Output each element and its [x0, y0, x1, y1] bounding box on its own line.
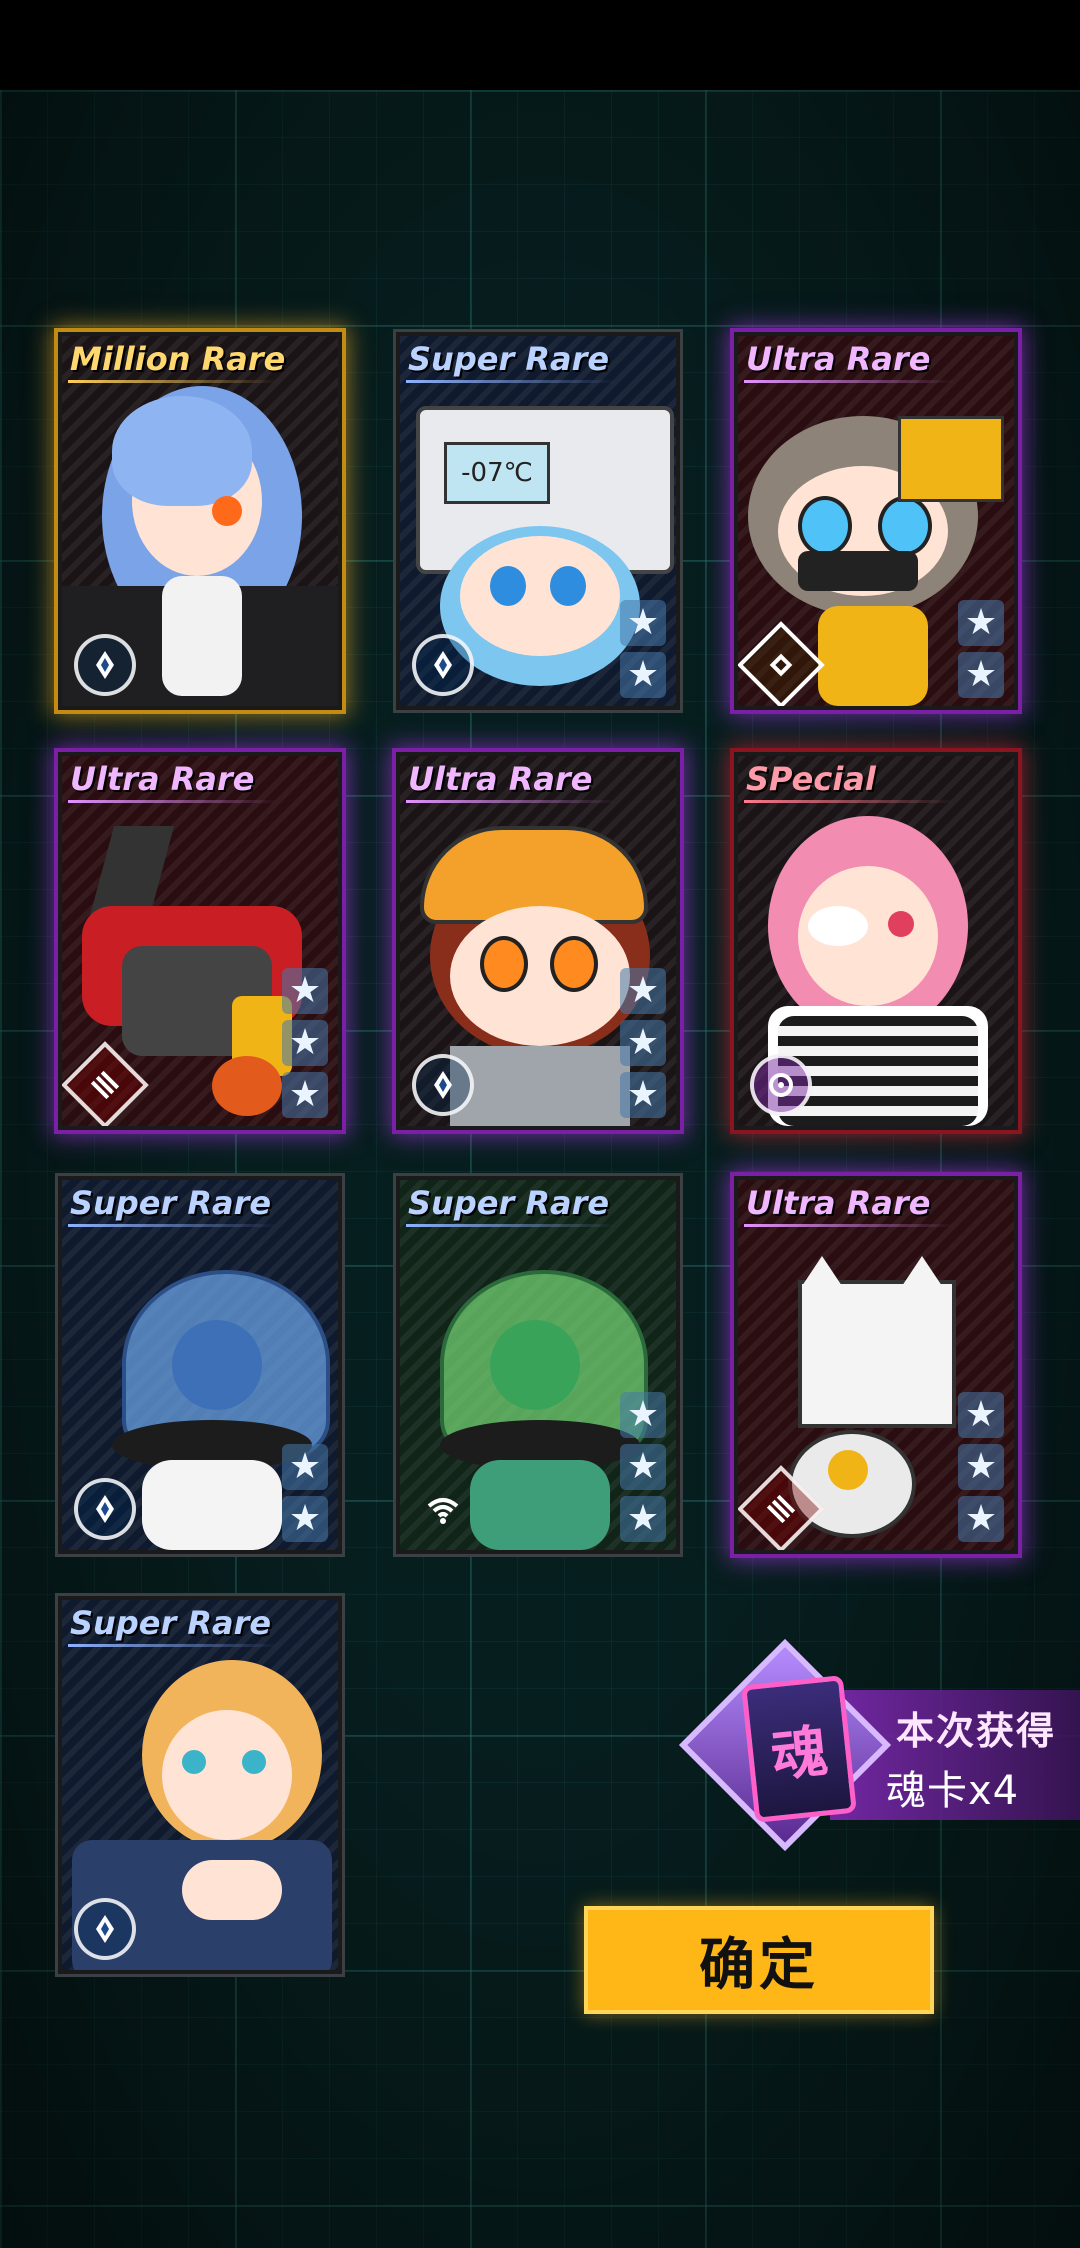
- card-6[interactable]: SPecial: [734, 752, 1018, 1130]
- card-2-element-icon: [412, 634, 474, 696]
- card-5-rarity-underline: [406, 800, 616, 803]
- card-4-stars: ★ ★ ★: [282, 968, 328, 1118]
- card-4[interactable]: Ultra Rare ★ ★ ★: [58, 752, 342, 1130]
- card-7[interactable]: Super Rare ★ ★: [58, 1176, 342, 1554]
- star-icon: ★: [282, 968, 328, 1014]
- card-1[interactable]: Million Rare: [58, 332, 342, 710]
- card-6-rarity: SPecial: [746, 760, 876, 798]
- card-5-rarity: Ultra Rare: [408, 760, 593, 798]
- card-9-rarity: Ultra Rare: [746, 1184, 931, 1222]
- star-icon: ★: [620, 1496, 666, 1542]
- card-8[interactable]: Super Rare ★ ★ ★: [396, 1176, 680, 1554]
- star-icon: ★: [958, 600, 1004, 646]
- card-5-element-icon: [412, 1054, 474, 1116]
- card-10-rarity-underline: [68, 1644, 278, 1647]
- card-2[interactable]: -07℃ Super Rare ★ ★: [396, 332, 680, 710]
- card-5-stars: ★ ★ ★: [620, 968, 666, 1118]
- star-icon: ★: [620, 1072, 666, 1118]
- card-5[interactable]: Ultra Rare ★ ★ ★: [396, 752, 680, 1130]
- card-4-rarity-underline: [68, 800, 278, 803]
- reward-title: 本次获得: [896, 1709, 1057, 1753]
- card-1-rarity: Million Rare: [70, 340, 286, 378]
- star-icon: ★: [282, 1020, 328, 1066]
- card-3[interactable]: Ultra Rare ★ ★: [734, 332, 1018, 710]
- star-icon: ★: [620, 1444, 666, 1490]
- card-1-rarity-underline: [68, 380, 278, 383]
- card-6-rarity-underline: [744, 800, 954, 803]
- card-6-element-icon: [750, 1054, 812, 1116]
- soul-card-icon: 魂: [741, 1675, 857, 1823]
- star-icon: ★: [282, 1072, 328, 1118]
- card-1-element-icon: [74, 634, 136, 696]
- star-icon: ★: [282, 1444, 328, 1490]
- card-7-rarity: Super Rare: [70, 1184, 272, 1222]
- card-7-rarity-underline: [68, 1224, 278, 1227]
- soul-card-reward-panel: 魂 本次获得 魂卡x4: [678, 1638, 1080, 1860]
- card-9-rarity-underline: [744, 1224, 954, 1227]
- star-icon: ★: [282, 1496, 328, 1542]
- card-8-rarity: Super Rare: [408, 1184, 610, 1222]
- star-icon: ★: [620, 1020, 666, 1066]
- reward-amount: 魂卡x4: [886, 1768, 1020, 1814]
- card-8-stars: ★ ★ ★: [620, 1392, 666, 1542]
- top-status-bar: [0, 0, 1080, 90]
- card-7-element-icon: [74, 1478, 136, 1540]
- star-icon: ★: [620, 600, 666, 646]
- freezer-screen-text: -07℃: [444, 442, 550, 504]
- card-10[interactable]: Super Rare: [58, 1596, 342, 1974]
- star-icon: ★: [958, 1392, 1004, 1438]
- card-3-stars: ★ ★: [958, 600, 1004, 698]
- card-8-rarity-underline: [406, 1224, 616, 1227]
- card-2-rarity-underline: [406, 380, 616, 383]
- confirm-button[interactable]: 确定: [584, 1906, 934, 2014]
- card-7-stars: ★ ★: [282, 1444, 328, 1542]
- star-icon: ★: [620, 968, 666, 1014]
- card-8-wifi-icon: [412, 1478, 474, 1540]
- card-3-rarity: Ultra Rare: [746, 340, 931, 378]
- card-2-stars: ★ ★: [620, 600, 666, 698]
- star-icon: ★: [958, 1496, 1004, 1542]
- card-9[interactable]: Ultra Rare ★ ★ ★: [734, 1176, 1018, 1554]
- card-10-rarity: Super Rare: [70, 1604, 272, 1642]
- card-2-rarity: Super Rare: [408, 340, 610, 378]
- card-10-element-icon: [74, 1898, 136, 1960]
- card-9-stars: ★ ★ ★: [958, 1392, 1004, 1542]
- star-icon: ★: [958, 1444, 1004, 1490]
- star-icon: ★: [620, 1392, 666, 1438]
- card-4-rarity: Ultra Rare: [70, 760, 255, 798]
- star-icon: ★: [958, 652, 1004, 698]
- card-3-rarity-underline: [744, 380, 954, 383]
- star-icon: ★: [620, 652, 666, 698]
